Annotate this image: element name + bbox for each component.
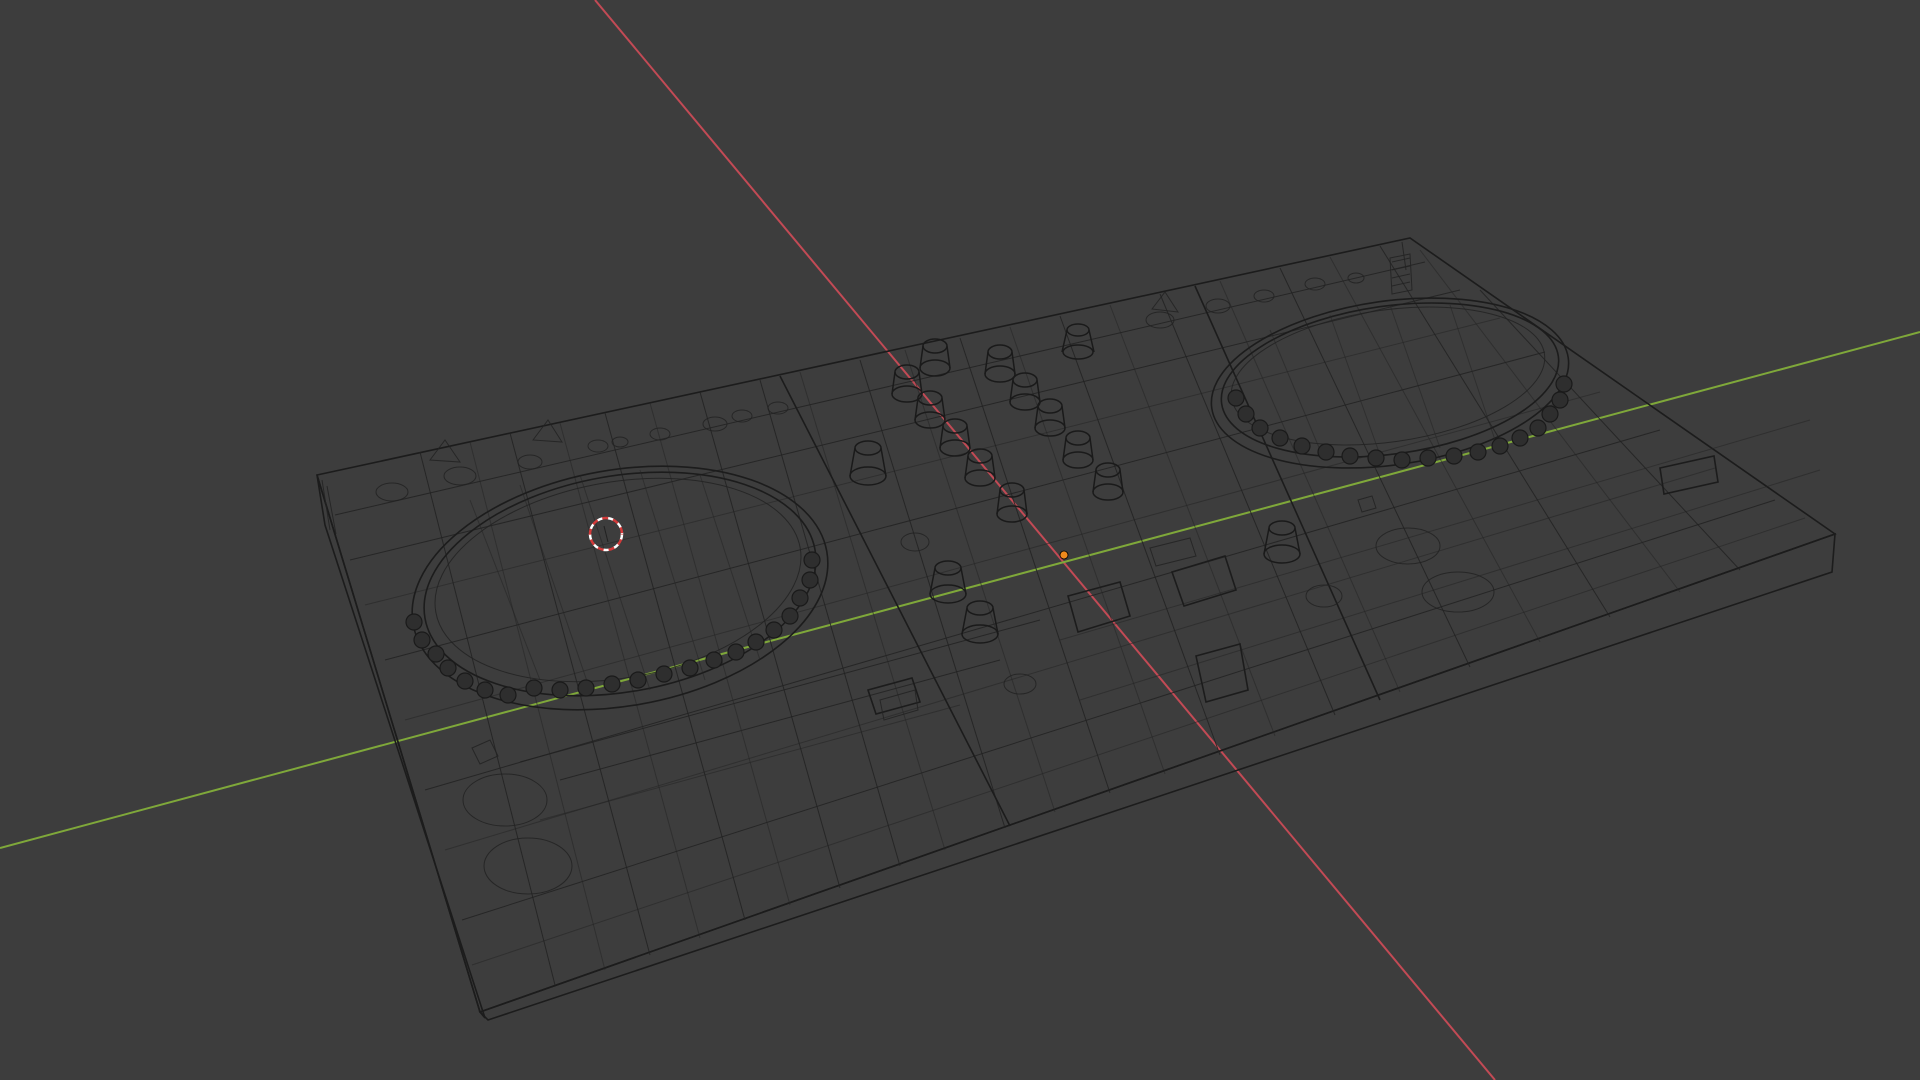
- knob: [964, 448, 996, 487]
- origin-point-icon[interactable]: [1059, 550, 1069, 560]
- x-axis-line: [594, 0, 1496, 1080]
- knob: [1061, 323, 1095, 360]
- left-jog-ring-pads: [405, 551, 821, 704]
- right-jog-wheel: [1210, 297, 1570, 469]
- mixer-faders: [471, 253, 1719, 765]
- viewport-canvas[interactable]: [0, 0, 1920, 1080]
- knob: [939, 418, 971, 457]
- knob: [849, 440, 887, 486]
- y-axis-line: [0, 331, 1920, 849]
- controller-left-side: [316, 474, 486, 1019]
- left-jog-wheel: [411, 465, 829, 711]
- knob: [919, 338, 951, 377]
- controller-front-side: [478, 532, 1836, 1021]
- knob: [1092, 462, 1124, 501]
- dj-controller-mesh[interactable]: [315, 237, 1837, 1021]
- mesh-section-lines: [334, 245, 1821, 986]
- knob: [1062, 430, 1094, 469]
- 3d-cursor-icon[interactable]: [588, 516, 624, 552]
- knob: [914, 390, 946, 429]
- 3d-viewport[interactable]: [0, 0, 1920, 1080]
- knob: [1009, 372, 1041, 411]
